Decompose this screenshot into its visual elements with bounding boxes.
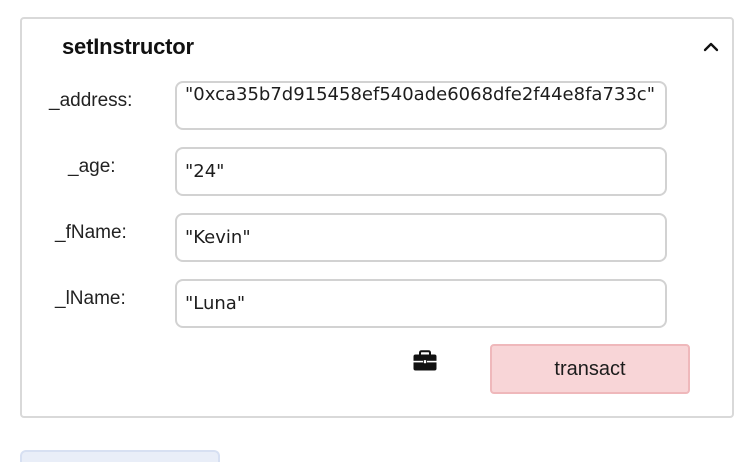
field-row-fname: _fName: "Kevin" (22, 211, 736, 262)
field-row-age: _age: "24" (22, 145, 736, 196)
field-row-address: _address: "0xca35b7d915458ef540ade6068df… (22, 79, 736, 130)
field-row-lname: _lName: "Luna" (22, 277, 736, 328)
field-label-age: _age: (68, 156, 116, 177)
address-input[interactable]: "0xca35b7d915458ef540ade6068dfe2f44e8fa7… (175, 81, 667, 130)
fname-input[interactable]: "Kevin" (175, 213, 667, 262)
chevron-up-icon (701, 37, 721, 62)
function-title: setInstructor (62, 34, 194, 59)
field-label-address: _address: (49, 90, 133, 111)
next-panel-edge (20, 450, 220, 462)
briefcase-button[interactable] (412, 349, 438, 377)
lname-input[interactable]: "Luna" (175, 279, 667, 328)
briefcase-icon (412, 349, 438, 377)
function-panel: setInstructor _address: "0xca35b7d915458… (20, 17, 734, 418)
collapse-button[interactable] (698, 37, 724, 61)
field-label-fname: _fName: (55, 222, 127, 243)
age-input[interactable]: "24" (175, 147, 667, 196)
transact-button[interactable]: transact (490, 344, 690, 394)
field-label-lname: _lName: (55, 288, 126, 309)
